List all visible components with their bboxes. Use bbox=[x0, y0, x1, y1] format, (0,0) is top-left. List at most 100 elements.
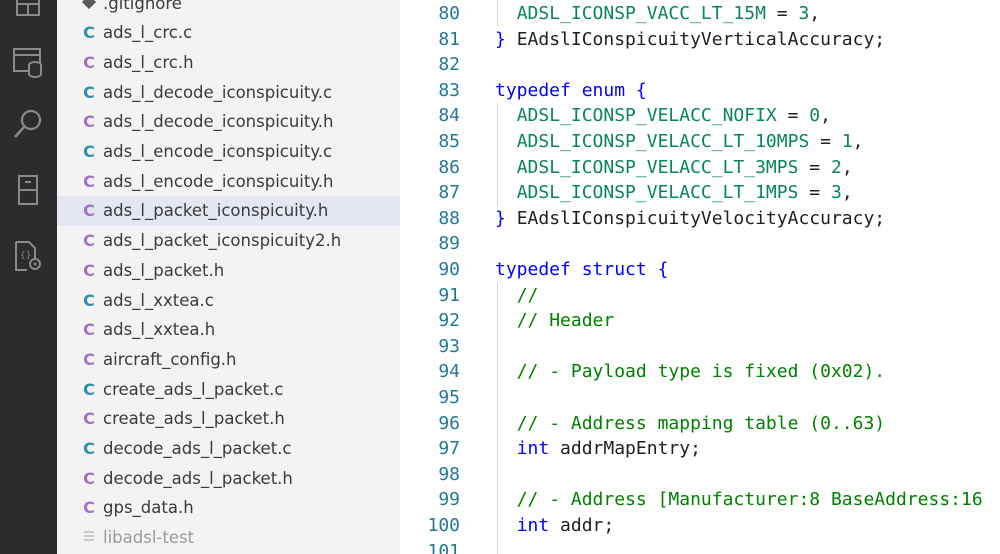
c-header-icon: C bbox=[83, 112, 95, 132]
line-number: 95 bbox=[438, 387, 460, 408]
code-line[interactable]: 89 bbox=[400, 231, 1000, 257]
code-line[interactable]: 97 int addrMapEntry; bbox=[400, 436, 1000, 462]
code-token: , bbox=[841, 182, 853, 204]
c-source-icon: C bbox=[83, 142, 95, 161]
code-line[interactable]: 80 ADSL_ICONSP_VACC_LT_15M = 3, bbox=[400, 1, 1000, 27]
code-token: , bbox=[809, 3, 821, 24]
line-number: 91 bbox=[438, 284, 460, 306]
file-name: ads_l_crc.c bbox=[103, 23, 193, 43]
line-number: 87 bbox=[438, 182, 460, 204]
code-text: ADSL_ICONSP_VACC_LT_15M = 3, bbox=[495, 1, 820, 27]
search-icon[interactable] bbox=[8, 104, 48, 144]
code-token: , bbox=[820, 105, 831, 127]
file-item[interactable]: Ccreate_ads_l_packet.h bbox=[57, 404, 400, 434]
line-number: 96 bbox=[438, 412, 460, 434]
code-line[interactable]: 84 ADSL_ICONSP_VELACC_NOFIX = 0, bbox=[400, 103, 1000, 129]
settings-file-icon[interactable]: {} bbox=[8, 236, 48, 276]
code-token: typedef bbox=[495, 259, 571, 280]
file-name: ads_l_packet.h bbox=[103, 260, 225, 280]
file-item[interactable]: Cgps_data.h bbox=[57, 493, 400, 523]
code-text: // - Address [Manufacturer:8 BaseAddress… bbox=[495, 487, 983, 513]
code-line[interactable]: 99 // - Address [Manufacturer:8 BaseAddr… bbox=[400, 487, 1000, 513]
code-line[interactable]: 90 typedef struct { bbox=[400, 257, 1000, 283]
code-token: addr; bbox=[549, 515, 615, 536]
c-source-icon: C bbox=[83, 23, 95, 43]
line-number: 85 bbox=[438, 131, 460, 152]
file-item[interactable]: Cads_l_xxtea.c bbox=[57, 285, 400, 315]
c-source-icon: C bbox=[83, 290, 95, 310]
file-item[interactable]: Cads_l_packet.h bbox=[57, 255, 400, 285]
file-item[interactable]: .gitignore bbox=[57, 0, 400, 18]
code-line[interactable]: 100 int addr; bbox=[400, 513, 1000, 539]
file-item[interactable]: Cads_l_packet_iconspicuity2.h bbox=[57, 226, 400, 256]
code-editor[interactable]: 80 ADSL_ICONSP_VACC_LT_15M = 3, 81} EAdsl… bbox=[400, 0, 1000, 554]
code-line[interactable]: 81} EAdslIConspicuityVerticalAccuracy; bbox=[400, 27, 1000, 53]
c-header-icon: C bbox=[83, 231, 95, 251]
file-name: ads_l_encode_iconspicuity.c bbox=[103, 142, 333, 161]
code-token: EAdslIConspicuityVerticalAccuracy; bbox=[516, 28, 886, 50]
code-line[interactable]: 87 ADSL_ICONSP_VELACC_LT_1MPS = 3, bbox=[400, 180, 1000, 206]
device-icon[interactable] bbox=[8, 170, 48, 210]
code-line[interactable]: 94 // - Payload type is fixed (0x02). bbox=[400, 359, 1000, 385]
svg-text:{}: {} bbox=[20, 251, 31, 261]
c-source-icon: C bbox=[83, 439, 95, 458]
file-item[interactable]: Caircraft_config.h bbox=[57, 344, 400, 374]
code-token: { bbox=[646, 259, 669, 280]
file-item[interactable]: Cads_l_decode_iconspicuity.h bbox=[57, 107, 400, 137]
code-token: typedef bbox=[495, 79, 571, 101]
file-item[interactable]: Cdecode_ads_l_packet.c bbox=[57, 434, 400, 464]
line-number: 97 bbox=[438, 438, 460, 460]
code-line[interactable]: 101 bbox=[400, 539, 1000, 554]
code-line[interactable]: 98 bbox=[400, 462, 1000, 488]
code-line[interactable]: 86 ADSL_ICONSP_VELACC_LT_3MPS = 2, bbox=[400, 155, 1000, 181]
code-line[interactable]: 91 // bbox=[400, 283, 1000, 309]
line-number: 82 bbox=[438, 54, 460, 76]
file-item[interactable]: Cads_l_packet_iconspicuity.h bbox=[57, 195, 400, 226]
code-token: , bbox=[841, 156, 853, 178]
code-line[interactable]: 85 ADSL_ICONSP_VELACC_LT_10MPS = 1, bbox=[400, 129, 1000, 155]
line-number: 93 bbox=[438, 335, 460, 357]
file-name: ads_l_xxtea.h bbox=[103, 320, 216, 340]
database-icon[interactable] bbox=[8, 42, 48, 82]
code-line[interactable]: 96 // - Address mapping table (0..63) bbox=[400, 411, 1000, 437]
code-token: 0 bbox=[809, 105, 821, 127]
code-token: ADSL_ICONSP_VELACC_LT_1MPS bbox=[516, 182, 799, 204]
file-item[interactable]: Cads_l_decode_iconspicuity.c bbox=[57, 77, 400, 107]
file-name: .gitignore bbox=[103, 0, 182, 13]
file-item[interactable]: libadsl-test bbox=[57, 523, 400, 553]
line-number: 100 bbox=[427, 515, 460, 536]
c-header-icon: C bbox=[83, 52, 95, 72]
code-token: int bbox=[516, 438, 550, 460]
code-token: = bbox=[765, 3, 799, 24]
code-text: ADSL_ICONSP_VELACC_NOFIX = 0, bbox=[495, 103, 831, 129]
file-item[interactable]: Cdecode_ads_l_packet.h bbox=[57, 463, 400, 493]
explorer-icon[interactable] bbox=[8, 0, 48, 26]
code-token: 3 bbox=[798, 3, 810, 24]
code-token: } bbox=[495, 28, 517, 50]
file-item[interactable]: Ccreate_ads_l_packet.c bbox=[57, 374, 400, 404]
c-source-icon: C bbox=[83, 82, 95, 102]
code-line[interactable]: 88} EAdslIConspicuityVelocityAccuracy; bbox=[400, 206, 1000, 232]
c-header-icon: C bbox=[83, 498, 95, 518]
line-number: 80 bbox=[438, 3, 460, 24]
file-item[interactable]: Cads_l_xxtea.h bbox=[57, 315, 400, 345]
file-item[interactable]: Cads_l_encode_iconspicuity.h bbox=[57, 166, 400, 196]
code-token: { bbox=[625, 79, 647, 101]
file-item[interactable]: Cads_l_crc.h bbox=[57, 47, 400, 77]
code-line[interactable]: 95 bbox=[400, 385, 1000, 411]
code-line[interactable]: 83 typedef enum { bbox=[400, 78, 1000, 104]
file-item[interactable]: Cads_l_crc.c bbox=[57, 18, 400, 48]
code-line[interactable]: 82 bbox=[400, 52, 1000, 78]
line-number: 101 bbox=[427, 540, 460, 554]
line-number: 98 bbox=[438, 463, 460, 485]
file-name: ads_l_encode_iconspicuity.h bbox=[103, 171, 334, 191]
line-number: 88 bbox=[438, 207, 460, 229]
file-item[interactable]: Cads_l_encode_iconspicuity.c bbox=[57, 137, 400, 167]
c-header-icon: C bbox=[83, 320, 95, 340]
code-line[interactable]: 92 // Header bbox=[400, 308, 1000, 334]
code-line[interactable]: 93 bbox=[400, 334, 1000, 360]
file-name: gps_data.h bbox=[103, 498, 194, 518]
